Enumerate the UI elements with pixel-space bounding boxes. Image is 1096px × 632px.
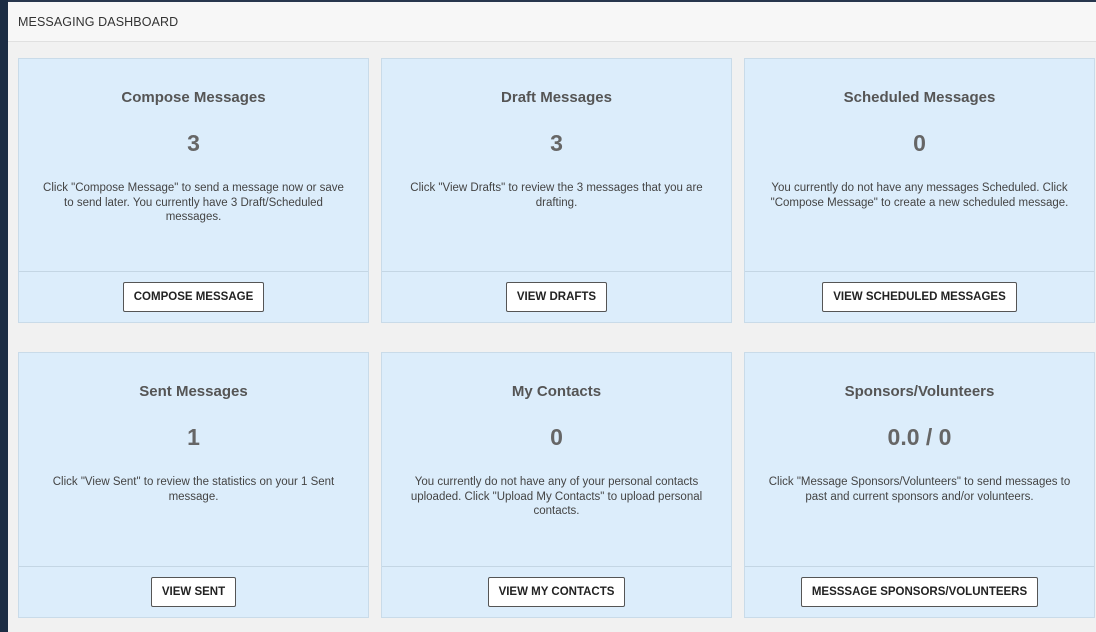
card-footer: MESSSAGE SPONSORS/VOLUNTEERS (745, 566, 1094, 617)
card-sponsors-volunteers: Sponsors/Volunteers 0.0 / 0 Click "Messa… (744, 352, 1095, 618)
card-scheduled-messages: Scheduled Messages 0 You currently do no… (744, 58, 1095, 323)
card-count: 0 (913, 130, 926, 156)
card-footer: VIEW DRAFTS (382, 271, 731, 322)
dashboard-window: MESSAGING DASHBOARD Compose Messages 3 C… (8, 0, 1096, 632)
card-description: Click "Compose Message" to send a messag… (43, 182, 344, 223)
card-count: 0.0 / 0 (887, 424, 952, 450)
card-title: Sponsors/Volunteers (844, 383, 995, 400)
view-drafts-button[interactable]: VIEW DRAFTS (505, 282, 608, 312)
card-description: You currently do not have any messages S… (770, 182, 1069, 209)
card-count: 3 (187, 130, 200, 156)
card-draft-messages: Draft Messages 3 Click "View Drafts" to … (381, 58, 732, 323)
view-scheduled-messages-button[interactable]: VIEW SCHEDULED MESSAGES (822, 282, 1017, 312)
card-description: Click "View Drafts" to review the 3 mess… (410, 182, 703, 209)
compose-message-button[interactable]: COMPOSE MESSAGE (122, 282, 265, 312)
card-my-contacts: My Contacts 0 You currently do not have … (381, 352, 732, 618)
card-title: Scheduled Messages (843, 89, 996, 106)
message-sponsors-volunteers-button[interactable]: MESSSAGE SPONSORS/VOLUNTEERS (800, 577, 1039, 607)
card-count: 0 (550, 424, 563, 450)
card-footer: VIEW SCHEDULED MESSAGES (745, 271, 1094, 322)
card-compose-messages: Compose Messages 3 Click "Compose Messag… (18, 58, 369, 323)
card-footer: VIEW SENT (19, 566, 368, 617)
card-description: Click "View Sent" to review the statisti… (52, 476, 335, 503)
card-title: My Contacts (511, 383, 602, 400)
card-title: Draft Messages (501, 89, 612, 106)
dashboard-header: MESSAGING DASHBOARD (8, 2, 1096, 42)
page-title: MESSAGING DASHBOARD (18, 14, 179, 29)
card-title: Compose Messages (121, 89, 266, 106)
card-description: You currently do not have any of your pe… (410, 476, 703, 517)
view-sent-button[interactable]: VIEW SENT (150, 577, 237, 607)
view-my-contacts-button[interactable]: VIEW MY CONTACTS (487, 577, 626, 607)
card-description: Click "Message Sponsors/Volunteers" to s… (768, 476, 1071, 503)
card-title: Sent Messages (139, 383, 248, 400)
card-count: 1 (187, 424, 200, 450)
card-grid: Compose Messages 3 Click "Compose Messag… (18, 58, 1095, 618)
card-footer: COMPOSE MESSAGE (19, 271, 368, 322)
card-sent-messages: Sent Messages 1 Click "View Sent" to rev… (18, 352, 369, 618)
card-footer: VIEW MY CONTACTS (382, 566, 731, 617)
card-count: 3 (550, 130, 563, 156)
